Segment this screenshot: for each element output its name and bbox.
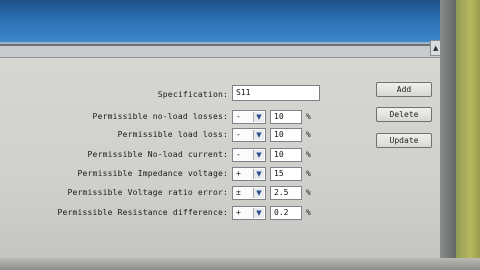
voltage-ratio-error-label: Permissible Voltage ratio error:	[67, 188, 228, 197]
no-load-current-input[interactable]: 10	[270, 148, 302, 162]
impedance-voltage-input[interactable]: 15	[270, 167, 302, 181]
no-load-losses-label: Permissible no-load losses:	[92, 112, 228, 121]
no-load-losses-sign-select[interactable]: - ▼	[232, 110, 266, 124]
load-loss-input[interactable]: 10	[270, 128, 302, 142]
impedance-voltage-sign-select[interactable]: + ▼	[232, 167, 266, 181]
sign-value: -	[236, 150, 241, 159]
voltage-ratio-error-sign-select[interactable]: ± ▼	[232, 186, 266, 200]
sign-value: +	[236, 169, 241, 178]
delete-button[interactable]: Delete	[376, 107, 432, 122]
specification-input[interactable]: S11	[232, 85, 320, 101]
unit-label: %	[306, 169, 311, 178]
unit-label: %	[306, 150, 311, 159]
sign-value: ±	[236, 188, 241, 197]
sign-value: +	[236, 208, 241, 217]
unit-label: %	[306, 112, 311, 121]
resistance-difference-label: Permissible Resistance difference:	[57, 208, 228, 217]
no-load-current-sign-select[interactable]: - ▼	[232, 148, 266, 162]
voltage-ratio-error-input[interactable]: 2.5	[270, 186, 302, 200]
scroll-up-icon: ▲	[433, 44, 439, 52]
sign-value: -	[236, 112, 241, 121]
chevron-down-icon: ▼	[253, 150, 264, 160]
load-loss-label: Permissible load loss:	[117, 130, 228, 139]
chevron-down-icon: ▼	[253, 169, 264, 179]
resistance-difference-sign-select[interactable]: + ▼	[232, 206, 266, 220]
update-button[interactable]: Update	[376, 133, 432, 148]
no-load-losses-input[interactable]: 10	[270, 110, 302, 124]
sign-value: -	[236, 130, 241, 139]
add-button[interactable]: Add	[376, 82, 432, 97]
screen-bottom-edge	[0, 258, 480, 270]
resistance-difference-input[interactable]: 0.2	[270, 206, 302, 220]
unit-label: %	[306, 188, 311, 197]
load-loss-sign-select[interactable]: - ▼	[232, 128, 266, 142]
desktop-background	[456, 0, 480, 270]
unit-label: %	[306, 208, 311, 217]
specification-label: Specification:	[157, 90, 228, 99]
no-load-current-label: Permissible No-load current:	[87, 150, 228, 159]
window-titlebar	[0, 0, 448, 44]
chevron-down-icon: ▼	[253, 130, 264, 140]
chevron-down-icon: ▼	[253, 208, 264, 218]
chevron-down-icon: ▼	[253, 112, 264, 122]
window-toolbar-strip	[0, 46, 448, 58]
impedance-voltage-label: Permissible Impedance voltage:	[77, 169, 228, 178]
unit-label: %	[306, 130, 311, 139]
chevron-down-icon: ▼	[253, 188, 264, 198]
